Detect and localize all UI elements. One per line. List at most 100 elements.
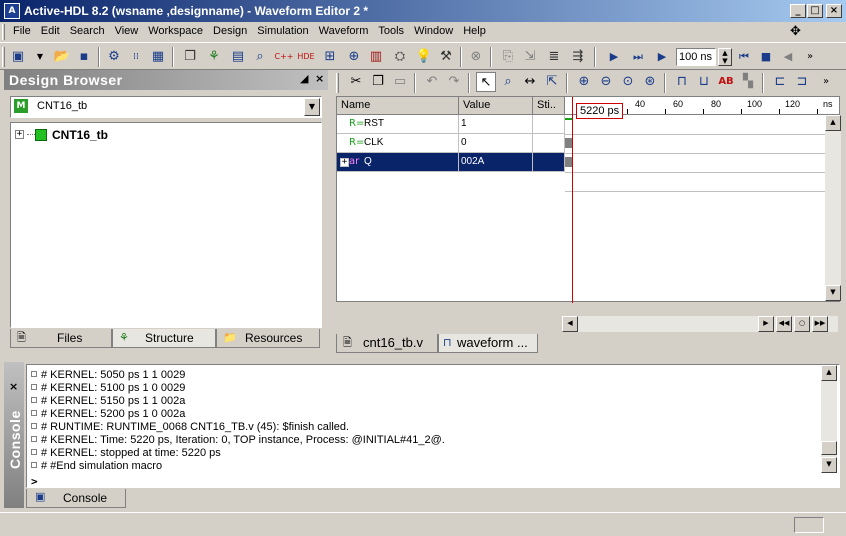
tab-structure[interactable]: ⚘ Structure <box>112 329 216 348</box>
grid-icon[interactable]: ▦ <box>148 47 168 67</box>
find-icon[interactable]: ⌕ <box>250 47 270 67</box>
copy-icon[interactable]: ❐ <box>368 72 388 92</box>
binary-icon[interactable]: ⁞⁞ <box>126 47 146 67</box>
chevron-down-icon[interactable]: ▼ <box>304 98 320 116</box>
windows-icon[interactable]: ❐ <box>180 47 200 67</box>
time-cursor[interactable] <box>572 97 573 303</box>
menu-help[interactable]: Help <box>458 25 491 37</box>
zoom-in-icon[interactable]: ⊕ <box>574 72 594 92</box>
signal-row-q[interactable]: + ar Q 002A <box>337 153 565 172</box>
tab-cnt16-tb-v[interactable]: 🗎 cnt16_tb.v <box>336 334 438 353</box>
menu-view[interactable]: View <box>110 25 144 37</box>
app-icon[interactable]: A <box>4 3 20 19</box>
stop-sim-icon[interactable]: ■ <box>756 47 776 67</box>
compile-all-icon[interactable]: ⇲ <box>520 47 540 67</box>
expand-icon[interactable]: + <box>15 130 24 139</box>
new-workspace-icon[interactable]: ▣ <box>8 47 28 67</box>
move-icon[interactable]: ✥ <box>790 24 801 39</box>
console-close-icon[interactable]: × <box>9 380 18 393</box>
menu-search[interactable]: Search <box>65 25 110 37</box>
close-button[interactable]: × <box>826 4 842 18</box>
waveform-horizontal-scrollbar[interactable]: ◀ ▶ ◀◀ ○ ▶▶ <box>562 316 838 332</box>
select-pointer-icon[interactable]: ↖ <box>476 72 496 92</box>
tip-bulb-icon[interactable]: 💡 <box>414 47 434 67</box>
menu-file[interactable]: File <box>8 25 36 37</box>
scroll-down-icon[interactable]: ▼ <box>821 457 837 473</box>
stop-compile-icon[interactable]: ⊗ <box>466 47 486 67</box>
signal-stimulus[interactable] <box>533 153 565 172</box>
edit-pointer-icon[interactable]: ⇱ <box>542 72 562 92</box>
run-for-icon[interactable]: ▶ <box>652 47 672 67</box>
panel-close-icon[interactable]: × <box>315 72 324 85</box>
undo-icon[interactable]: ↶ <box>422 72 442 92</box>
zoom-icon[interactable]: ⌕ <box>498 72 518 92</box>
block-diagram-icon[interactable]: ⊞ <box>320 47 340 67</box>
formula-icon[interactable]: ▚ <box>738 72 758 92</box>
minimize-button[interactable]: _ <box>790 4 806 18</box>
column-header-value[interactable]: Value <box>459 97 533 115</box>
step-back-icon[interactable]: ⏮ <box>734 47 754 67</box>
expand-icon[interactable]: + <box>340 158 349 167</box>
scroll-end-icon[interactable]: ▶▶ <box>812 316 828 332</box>
signal-row-rst[interactable]: R= RST 1 <box>337 115 565 134</box>
signal-row-clk[interactable]: R= CLK 0 <box>337 134 565 153</box>
console-input[interactable]: > <box>31 475 38 488</box>
next-edge-icon[interactable]: ⊐ <box>792 72 812 92</box>
add-signal-icon[interactable]: ⊓ <box>672 72 692 92</box>
prev-edge-icon[interactable]: ⊏ <box>770 72 790 92</box>
tab-waveform[interactable]: ⊓ waveform ... <box>438 334 538 353</box>
console-window-icon[interactable]: ▤ <box>228 47 248 67</box>
run-until-icon[interactable]: ⏭ <box>628 47 648 67</box>
clock-stimulus-icon[interactable]: ⊔ <box>694 72 714 92</box>
zoom-range-icon[interactable]: ⊛ <box>640 72 660 92</box>
tab-resources[interactable]: 📁 Resources <box>216 329 320 348</box>
zoom-out-icon[interactable]: ⊖ <box>596 72 616 92</box>
scroll-left-icon[interactable]: ◀ <box>562 316 578 332</box>
waveform-area[interactable] <box>565 115 825 297</box>
initialize-sim-icon[interactable]: ⇶ <box>568 47 588 67</box>
paste-icon[interactable]: ▭ <box>390 72 410 92</box>
toolbar-overflow-icon[interactable]: » <box>800 47 820 67</box>
zoom-fit-icon[interactable]: ⊙ <box>618 72 638 92</box>
tab-console[interactable]: ▣ Console <box>26 489 126 508</box>
tab-files[interactable]: 🗎 Files <box>10 329 112 348</box>
menu-grip[interactable] <box>2 24 5 40</box>
compile-icon[interactable]: ⎘ <box>498 47 518 67</box>
hierarchy-icon[interactable]: ⚙ <box>104 47 124 67</box>
scroll-up-icon[interactable]: ▲ <box>821 365 837 381</box>
column-header-stimulus[interactable]: Sti.. <box>533 97 565 115</box>
cut-icon[interactable]: ✂ <box>346 72 366 92</box>
library-icon[interactable]: ▥ <box>366 47 386 67</box>
cpp-debug-icon[interactable]: C++ <box>274 47 294 67</box>
fsm-icon[interactable]: ⊕ <box>344 47 364 67</box>
waveform-vertical-scrollbar[interactable]: ▲ ▼ <box>825 115 841 301</box>
compile-stack-icon[interactable]: ≣ <box>544 47 564 67</box>
toolbar-grip[interactable] <box>2 47 5 67</box>
sim-time-spinner[interactable]: ▲ ▼ <box>718 48 732 66</box>
scroll-begin-icon[interactable]: ◀◀ <box>776 316 792 332</box>
console-vertical-scrollbar[interactable]: ▲ ▼ <box>821 365 837 473</box>
new-dropdown-icon[interactable]: ▼ <box>30 47 50 67</box>
pin-icon[interactable]: ◢ <box>300 72 308 85</box>
structure-icon[interactable]: ⚘ <box>204 47 224 67</box>
scroll-right-icon[interactable]: ▶ <box>758 316 774 332</box>
console-output[interactable]: # KERNEL: 5050 ps 1 1 0029 # KERNEL: 510… <box>26 364 840 488</box>
menu-design[interactable]: Design <box>208 25 252 37</box>
hdl-debug-icon[interactable]: HDE <box>296 47 316 67</box>
scroll-up-icon[interactable]: ▲ <box>825 115 841 131</box>
scroll-center-icon[interactable]: ○ <box>794 316 810 332</box>
signal-stimulus[interactable] <box>533 115 565 134</box>
signal-stimulus[interactable] <box>533 134 565 153</box>
design-tree[interactable]: + CNT16_tb <box>10 122 322 328</box>
scroll-down-icon[interactable]: ▼ <box>825 285 841 301</box>
menu-tools[interactable]: Tools <box>373 25 409 37</box>
menu-window[interactable]: Window <box>409 25 458 37</box>
sim-time-input[interactable]: 100 ns <box>676 48 716 66</box>
run-icon[interactable]: ▶ <box>604 47 624 67</box>
menu-edit[interactable]: Edit <box>36 25 65 37</box>
redo-icon[interactable]: ↷ <box>444 72 464 92</box>
save-icon[interactable]: ▪ <box>74 47 94 67</box>
maximize-button[interactable]: □ <box>807 4 823 18</box>
tools-icon[interactable]: ⛭ <box>390 47 410 67</box>
menu-simulation[interactable]: Simulation <box>252 25 313 37</box>
